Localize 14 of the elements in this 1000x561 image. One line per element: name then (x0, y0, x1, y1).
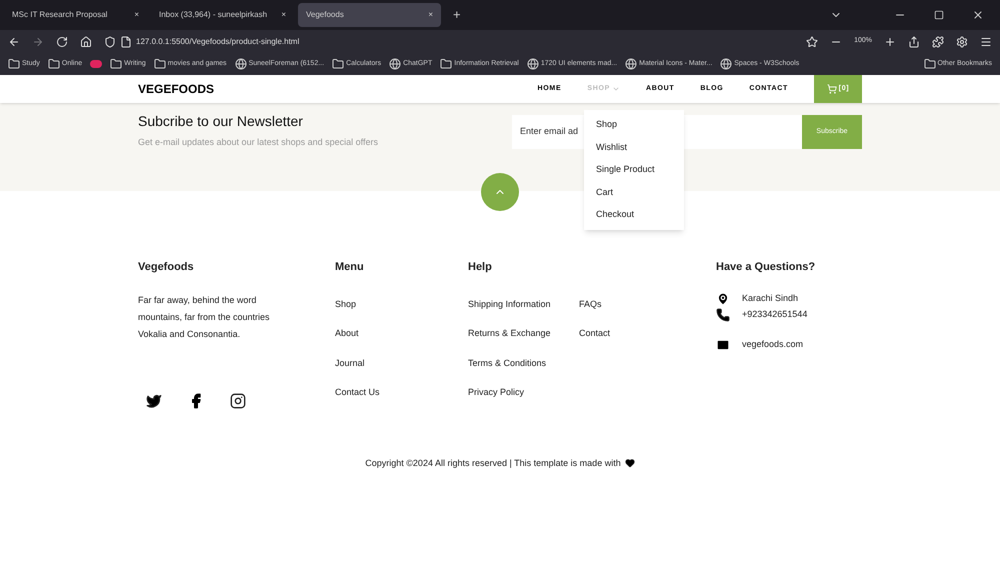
footer-heading: Menu (335, 260, 365, 275)
tab-title: MSc IT Research Proposal (12, 9, 108, 21)
footer-heading: Have a Questions? (716, 260, 816, 275)
contact-text: +923342651544 (742, 308, 808, 321)
tab-title: Vegefoods (306, 9, 345, 21)
copyright-text: Copyright ©2024 All rights reserved | This template is made with (365, 456, 621, 470)
footer-heading: Help (468, 260, 493, 275)
newsletter-title: Subcribe to our Newsletter (138, 112, 304, 131)
footer-description: Far far away, behind the word mountains, far from the countries Vokalia and Consonantia. (138, 294, 271, 340)
newsletter-subtitle: Get e-mail updates about our latest shops and special offers (138, 136, 379, 149)
footer-heading: Vegefoods (138, 260, 195, 275)
tab-title: Inbox (33,964) - suneelpirkash (159, 9, 268, 21)
contact-text: Karachi Sindh (742, 292, 798, 305)
contact-text: vegefoods.com (742, 338, 804, 351)
